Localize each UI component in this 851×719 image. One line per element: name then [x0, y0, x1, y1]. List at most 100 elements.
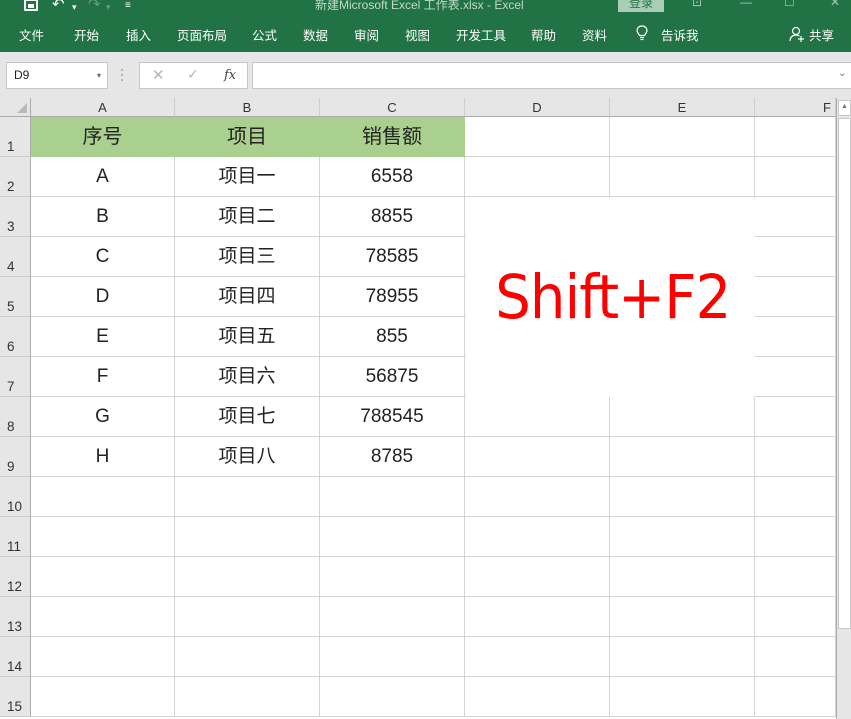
- row-header-13[interactable]: 13: [0, 597, 31, 637]
- row-header-10[interactable]: 10: [0, 477, 31, 517]
- cell-c11[interactable]: [320, 517, 465, 557]
- cell-e1[interactable]: [610, 117, 755, 157]
- cell-e8[interactable]: [610, 397, 755, 437]
- cell-b6[interactable]: 项目五: [175, 317, 320, 357]
- cell-d1[interactable]: [465, 117, 610, 157]
- cell-d15[interactable]: [465, 677, 610, 717]
- cell-a13[interactable]: [31, 597, 175, 637]
- row-header-11[interactable]: 11: [0, 517, 31, 557]
- name-box-dropdown-icon[interactable]: ▾: [97, 63, 101, 88]
- cell-c13[interactable]: [320, 597, 465, 637]
- row-header-12[interactable]: 12: [0, 557, 31, 597]
- cell-e14[interactable]: [610, 637, 755, 677]
- tab-home[interactable]: 开始: [74, 25, 99, 44]
- cell-d12[interactable]: [465, 557, 610, 597]
- cell-b13[interactable]: [175, 597, 320, 637]
- row-header-6[interactable]: 6: [0, 317, 31, 357]
- column-header-a[interactable]: A: [31, 98, 175, 117]
- cell-b12[interactable]: [175, 557, 320, 597]
- undo-dropdown-icon[interactable]: ▾: [72, 0, 77, 15]
- cell-f10[interactable]: [755, 477, 836, 517]
- name-box[interactable]: D9 ▾: [6, 62, 108, 89]
- cell-d13[interactable]: [465, 597, 610, 637]
- cell-c5[interactable]: 78955: [320, 277, 465, 317]
- scrollbar-thumb[interactable]: [838, 118, 851, 629]
- cell-b14[interactable]: [175, 637, 320, 677]
- cell-e15[interactable]: [610, 677, 755, 717]
- column-header-d[interactable]: D: [465, 98, 610, 117]
- insert-function-icon[interactable]: fx: [224, 68, 236, 83]
- ribbon-display-options-icon[interactable]: ⊡: [692, 0, 702, 9]
- select-all-corner[interactable]: [0, 98, 31, 117]
- cell-b5[interactable]: 项目四: [175, 277, 320, 317]
- cell-f1[interactable]: [755, 117, 836, 157]
- close-icon[interactable]: ✕: [830, 0, 840, 9]
- cell-c8[interactable]: 788545: [320, 397, 465, 437]
- formula-bar-resize-grip[interactable]: [121, 69, 124, 83]
- cell-b7[interactable]: 项目六: [175, 357, 320, 397]
- cell-a6[interactable]: E: [31, 317, 175, 357]
- login-button[interactable]: 登录: [618, 0, 664, 12]
- cell-c4[interactable]: 78585: [320, 237, 465, 277]
- tab-review[interactable]: 审阅: [354, 25, 379, 44]
- expand-formula-bar-icon[interactable]: ⌄: [838, 68, 846, 79]
- row-header-4[interactable]: 4: [0, 237, 31, 277]
- tab-help[interactable]: 帮助: [531, 25, 556, 44]
- cell-a2[interactable]: A: [31, 157, 175, 197]
- cell-b3[interactable]: 项目二: [175, 197, 320, 237]
- shortcut-textbox[interactable]: Shift+F2: [466, 198, 755, 397]
- cell-c1[interactable]: 销售额: [320, 117, 465, 157]
- tell-me-search[interactable]: 告诉我: [661, 25, 699, 44]
- cell-e12[interactable]: [610, 557, 755, 597]
- cell-a14[interactable]: [31, 637, 175, 677]
- cell-f14[interactable]: [755, 637, 836, 677]
- cell-f13[interactable]: [755, 597, 836, 637]
- cell-b1[interactable]: 项目: [175, 117, 320, 157]
- save-icon[interactable]: [24, 0, 38, 11]
- redo-dropdown-icon[interactable]: ▾: [106, 0, 111, 15]
- scroll-up-icon[interactable]: ▲: [838, 100, 851, 116]
- row-header-8[interactable]: 8: [0, 397, 31, 437]
- cell-b10[interactable]: [175, 477, 320, 517]
- cell-a5[interactable]: D: [31, 277, 175, 317]
- cell-e11[interactable]: [610, 517, 755, 557]
- cell-f7[interactable]: [755, 357, 836, 397]
- tab-page-layout[interactable]: 页面布局: [177, 25, 227, 44]
- cell-c3[interactable]: 8855: [320, 197, 465, 237]
- tab-file[interactable]: 文件: [19, 25, 44, 44]
- cell-a15[interactable]: [31, 677, 175, 717]
- cell-f11[interactable]: [755, 517, 836, 557]
- cell-a12[interactable]: [31, 557, 175, 597]
- cell-f8[interactable]: [755, 397, 836, 437]
- cell-c12[interactable]: [320, 557, 465, 597]
- column-header-c[interactable]: C: [320, 98, 465, 117]
- cell-c9[interactable]: 8785: [320, 437, 465, 477]
- cell-c2[interactable]: 6558: [320, 157, 465, 197]
- minimize-icon[interactable]: —: [740, 0, 752, 9]
- cell-f12[interactable]: [755, 557, 836, 597]
- cell-f3[interactable]: [755, 197, 836, 237]
- row-header-9[interactable]: 9: [0, 437, 31, 477]
- row-header-15[interactable]: 15: [0, 677, 31, 717]
- cell-d14[interactable]: [465, 637, 610, 677]
- tab-formulas[interactable]: 公式: [252, 25, 277, 44]
- row-header-5[interactable]: 5: [0, 277, 31, 317]
- cell-f4[interactable]: [755, 237, 836, 277]
- vertical-scrollbar[interactable]: ▲: [836, 98, 851, 719]
- customize-qat-icon[interactable]: ≡: [125, 0, 131, 14]
- share-person-icon[interactable]: [789, 26, 805, 42]
- cell-a11[interactable]: [31, 517, 175, 557]
- row-header-14[interactable]: 14: [0, 637, 31, 677]
- cell-d11[interactable]: [465, 517, 610, 557]
- column-header-e[interactable]: E: [610, 98, 755, 117]
- cell-d2[interactable]: [465, 157, 610, 197]
- row-header-7[interactable]: 7: [0, 357, 31, 397]
- cell-c7[interactable]: 56875: [320, 357, 465, 397]
- tab-developer[interactable]: 开发工具: [456, 25, 506, 44]
- cell-a7[interactable]: F: [31, 357, 175, 397]
- cell-f2[interactable]: [755, 157, 836, 197]
- cell-a1[interactable]: 序号: [31, 117, 175, 157]
- cell-f15[interactable]: [755, 677, 836, 717]
- cell-f9[interactable]: [755, 437, 836, 477]
- tab-view[interactable]: 视图: [405, 25, 430, 44]
